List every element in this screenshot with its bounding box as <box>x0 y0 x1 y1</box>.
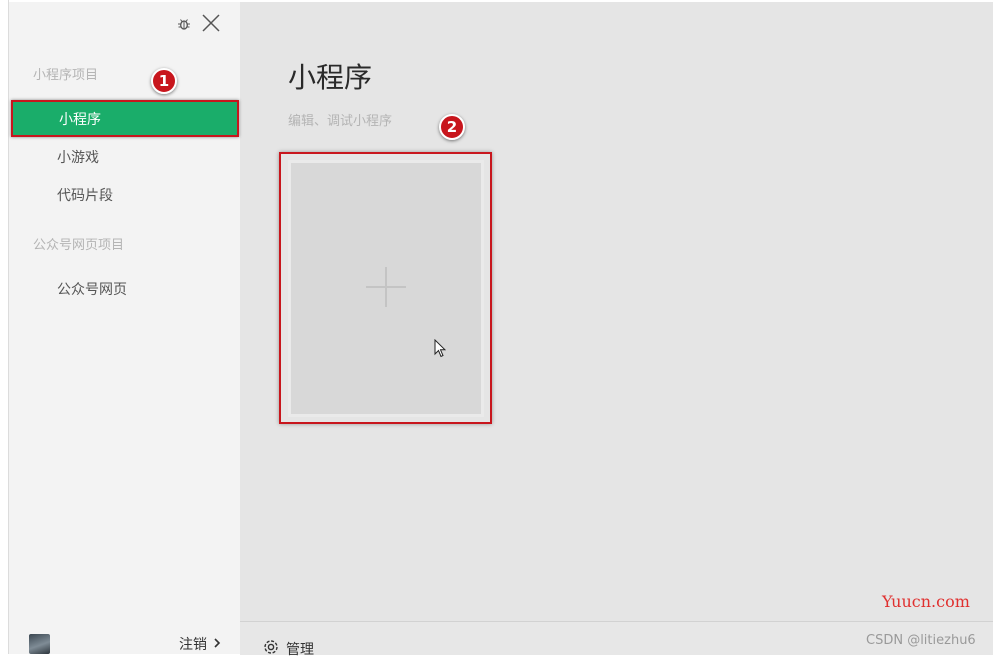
avatar[interactable] <box>29 634 50 654</box>
manage-label: 管理 <box>286 642 314 658</box>
watermark-author: CSDN @litiezhu6 <box>866 633 976 648</box>
watermark-site: Yuucn.com <box>882 592 970 611</box>
close-icon[interactable] <box>200 12 222 34</box>
new-project-card[interactable] <box>288 160 484 417</box>
sidebar-item-minigame[interactable]: 小游戏 <box>9 140 240 174</box>
sidebar-item-label: 小程序 <box>59 111 101 128</box>
page-title: 小程序 <box>288 61 373 94</box>
sidebar-item-code-snippets[interactable]: 代码片段 <box>9 178 240 212</box>
manage-button[interactable]: 管理 <box>262 638 314 660</box>
gear-icon <box>262 638 280 660</box>
plus-icon <box>364 265 408 313</box>
sidebar-item-label: 小游戏 <box>57 150 99 166</box>
sidebar: 小程序项目 小程序 小游戏 代码片段 公众号网页项目 公众号网页 1 注销 <box>9 2 240 654</box>
logout-label: 注销 <box>179 637 207 653</box>
page-subtitle: 编辑、调试小程序 <box>288 114 393 129</box>
chevron-right-icon <box>213 636 221 652</box>
window-edge <box>0 0 9 654</box>
group-label-miniprogram-projects: 小程序项目 <box>33 68 99 83</box>
sidebar-item-official-account-web[interactable]: 公众号网页 <box>9 272 240 306</box>
sidebar-item-miniprogram[interactable]: 小程序 <box>11 100 239 137</box>
app-window: 小程序项目 小程序 小游戏 代码片段 公众号网页项目 公众号网页 1 注销 小程… <box>9 2 993 658</box>
mouse-cursor-icon <box>434 338 447 363</box>
logout-button[interactable]: 注销 <box>179 634 221 654</box>
sidebar-item-label: 公众号网页 <box>57 282 127 298</box>
annotation-badge-1: 1 <box>151 68 177 94</box>
group-label-official-account-projects: 公众号网页项目 <box>33 238 125 253</box>
annotation-badge-2: 2 <box>439 114 465 140</box>
bug-icon[interactable] <box>175 14 193 34</box>
sidebar-item-label: 代码片段 <box>57 188 113 204</box>
